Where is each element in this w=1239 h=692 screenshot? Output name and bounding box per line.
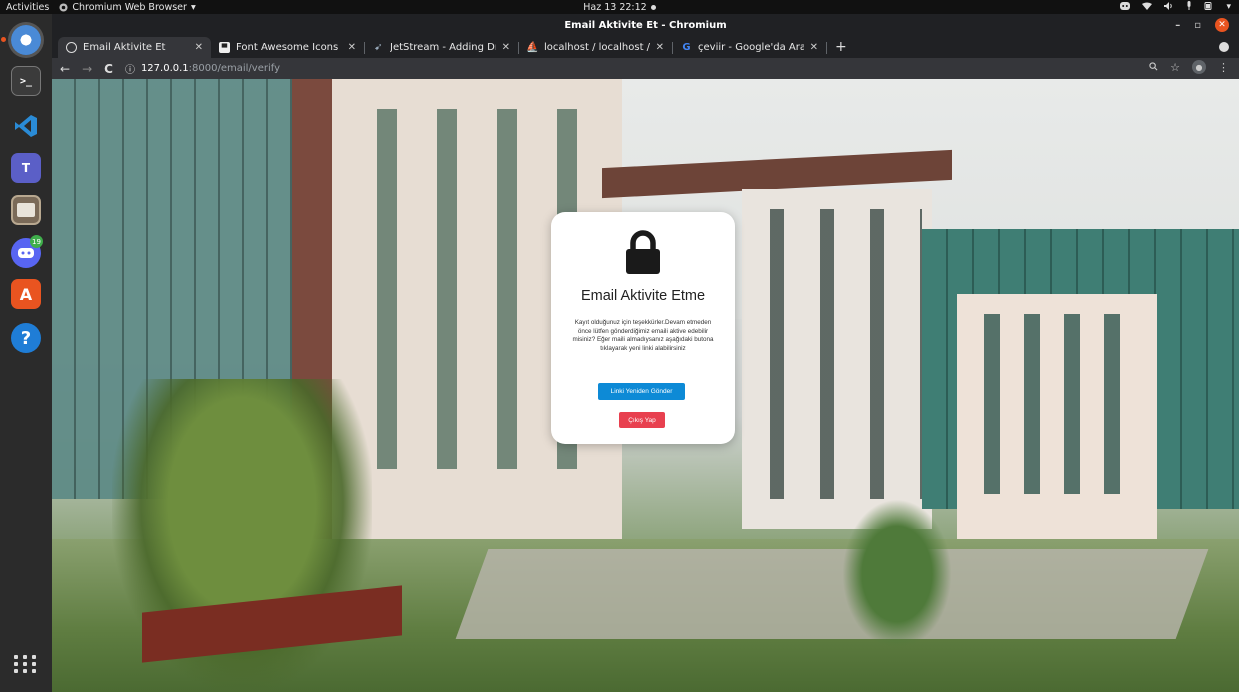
microphone-icon[interactable] — [1186, 1, 1192, 13]
jetstream-favicon-icon: ➹ — [374, 42, 383, 53]
phpmyadmin-favicon-icon: ⛵ — [526, 42, 539, 53]
grid-dot-icon — [14, 669, 18, 673]
help-icon: ? — [11, 323, 41, 353]
software-center-icon: A — [11, 279, 41, 309]
discord-tray-icon[interactable] — [1120, 1, 1131, 13]
dock-software-center[interactable]: A — [8, 276, 44, 312]
tab-title: Email Aktivite Et — [83, 42, 166, 53]
grid-dot-icon — [23, 655, 27, 659]
tab-jetstream[interactable]: ➹ JetStream - Adding Dropd ✕ — [365, 37, 518, 58]
url-path: :8000/email/verify — [188, 63, 281, 74]
tab-phpmyadmin[interactable]: ⛵ localhost / localhost / dev ✕ — [519, 37, 672, 58]
tab-title: Font Awesome Icons — [236, 42, 339, 53]
ubuntu-dock: >_ T 19 A ? — [0, 14, 52, 692]
tab-close-button[interactable]: ✕ — [195, 42, 203, 53]
terminal-icon: >_ — [11, 66, 41, 96]
app-menu[interactable]: Chromium Web Browser ▾ — [59, 1, 196, 13]
wifi-icon[interactable] — [1142, 2, 1153, 13]
tab-font-awesome[interactable]: ▀ Font Awesome Icons ✕ — [211, 37, 364, 58]
card-title: Email Aktivite Etme — [580, 288, 706, 304]
tab-close-button[interactable]: ✕ — [502, 42, 510, 53]
resend-link-button[interactable]: Linki Yeniden Gönder — [598, 383, 685, 400]
tab-email-aktivite[interactable]: Email Aktivite Et ✕ — [58, 37, 211, 58]
dock-teams[interactable]: T — [8, 150, 44, 186]
dock-terminal[interactable]: >_ — [8, 63, 44, 99]
system-tray[interactable]: ▾ — [1120, 0, 1231, 14]
dock-chromium[interactable] — [8, 22, 44, 58]
dock-discord[interactable]: 19 — [8, 235, 44, 271]
background-right-windows — [972, 314, 1142, 494]
google-favicon-icon: G — [682, 42, 691, 53]
profile-avatar-icon[interactable]: ● — [1192, 60, 1206, 74]
active-app-indicator-icon — [1, 37, 6, 42]
background-path — [455, 549, 1209, 639]
grid-dot-icon — [23, 662, 27, 666]
close-window-button[interactable]: ✕ — [1215, 18, 1229, 32]
app-menu-label: Chromium Web Browser — [72, 1, 187, 13]
grid-dot-icon — [14, 662, 18, 666]
page-viewport: Email Aktivite Etme Kayıt olduğunuz için… — [52, 79, 1239, 692]
grid-dot-icon — [32, 669, 36, 673]
window-controls: – ▫ ✕ — [1175, 18, 1229, 32]
battery-icon[interactable] — [1204, 1, 1214, 13]
font-awesome-favicon-icon: ▀ — [219, 42, 230, 53]
browser-menu-icon[interactable]: ⋮ — [1218, 61, 1229, 74]
activities-button[interactable]: Activities — [0, 2, 59, 13]
tab-title: JetStream - Adding Dropd — [390, 42, 496, 53]
background-tree-right — [842, 499, 952, 649]
dock-vscode[interactable] — [8, 108, 44, 144]
clock-label[interactable]: Haz 13 22:12 — [583, 2, 656, 13]
tab-title: localhost / localhost / dev — [544, 42, 650, 53]
volume-icon[interactable] — [1164, 1, 1174, 13]
grid-dot-icon — [23, 669, 27, 673]
window-title: Email Aktivite Et - Chromium — [564, 20, 727, 31]
site-info-icon[interactable]: ⓘ — [125, 61, 135, 76]
dock-help[interactable]: ? — [8, 320, 44, 356]
zoom-icon[interactable] — [1149, 61, 1158, 74]
chromium-favicon-icon — [66, 42, 77, 53]
omnibox[interactable]: ⓘ 127.0.0.1:8000/email/verify — [125, 61, 280, 76]
tab-title: çeviir - Google'da Ara — [698, 42, 804, 53]
files-icon — [11, 195, 41, 225]
forward-button[interactable]: → — [82, 62, 92, 76]
system-menu-chevron-icon[interactable]: ▾ — [1226, 2, 1231, 12]
tab-google-search[interactable]: G çeviir - Google'da Ara ✕ — [673, 37, 826, 58]
chromium-icon — [11, 25, 41, 55]
grid-dot-icon — [32, 655, 36, 659]
browser-window: Email Aktivite Et - Chromium – ▫ ✕ Email… — [52, 14, 1239, 692]
vscode-icon — [11, 111, 41, 141]
maximize-button[interactable]: ▫ — [1194, 20, 1201, 31]
lock-icon — [626, 230, 660, 274]
gnome-top-bar: Activities Chromium Web Browser ▾ Haz 13… — [0, 0, 1239, 14]
tab-close-button[interactable]: ✕ — [348, 42, 356, 53]
new-tab-button[interactable]: + — [827, 39, 855, 58]
teams-icon: T — [11, 153, 41, 183]
minimize-button[interactable]: – — [1175, 20, 1180, 31]
tab-close-button[interactable]: ✕ — [810, 42, 818, 53]
url-host: 127.0.0.1 — [140, 63, 189, 74]
dock-files[interactable] — [8, 192, 44, 228]
tab-strip: Email Aktivite Et ✕ ▀ Font Awesome Icons… — [52, 37, 1239, 58]
chromium-icon — [59, 2, 68, 12]
back-button[interactable]: ← — [60, 62, 70, 76]
reload-button[interactable]: C — [104, 62, 113, 76]
background-center-windows — [752, 209, 922, 499]
notification-dot-icon — [650, 4, 656, 10]
chevron-down-icon: ▾ — [190, 1, 196, 13]
toolbar-actions: ☆ ● ⋮ — [1149, 60, 1229, 74]
show-applications-button[interactable] — [13, 651, 39, 677]
grid-dot-icon — [32, 662, 36, 666]
tab-search-icon[interactable] — [1219, 42, 1229, 52]
email-verify-card: Email Aktivite Etme Kayıt olduğunuz için… — [551, 212, 735, 444]
window-titlebar[interactable]: Email Aktivite Et - Chromium – ▫ ✕ — [52, 14, 1239, 37]
tab-close-button[interactable]: ✕ — [656, 42, 664, 53]
card-message: Kayıt olduğunuz için teşekkürler.Devam e… — [572, 319, 714, 352]
logout-button[interactable]: Çıkış Yap — [619, 412, 665, 428]
discord-badge: 19 — [30, 235, 43, 248]
bookmark-star-icon[interactable]: ☆ — [1170, 61, 1180, 74]
browser-toolbar: ← → C ⓘ 127.0.0.1:8000/email/verify ☆ ● … — [52, 58, 1239, 79]
grid-dot-icon — [14, 655, 18, 659]
